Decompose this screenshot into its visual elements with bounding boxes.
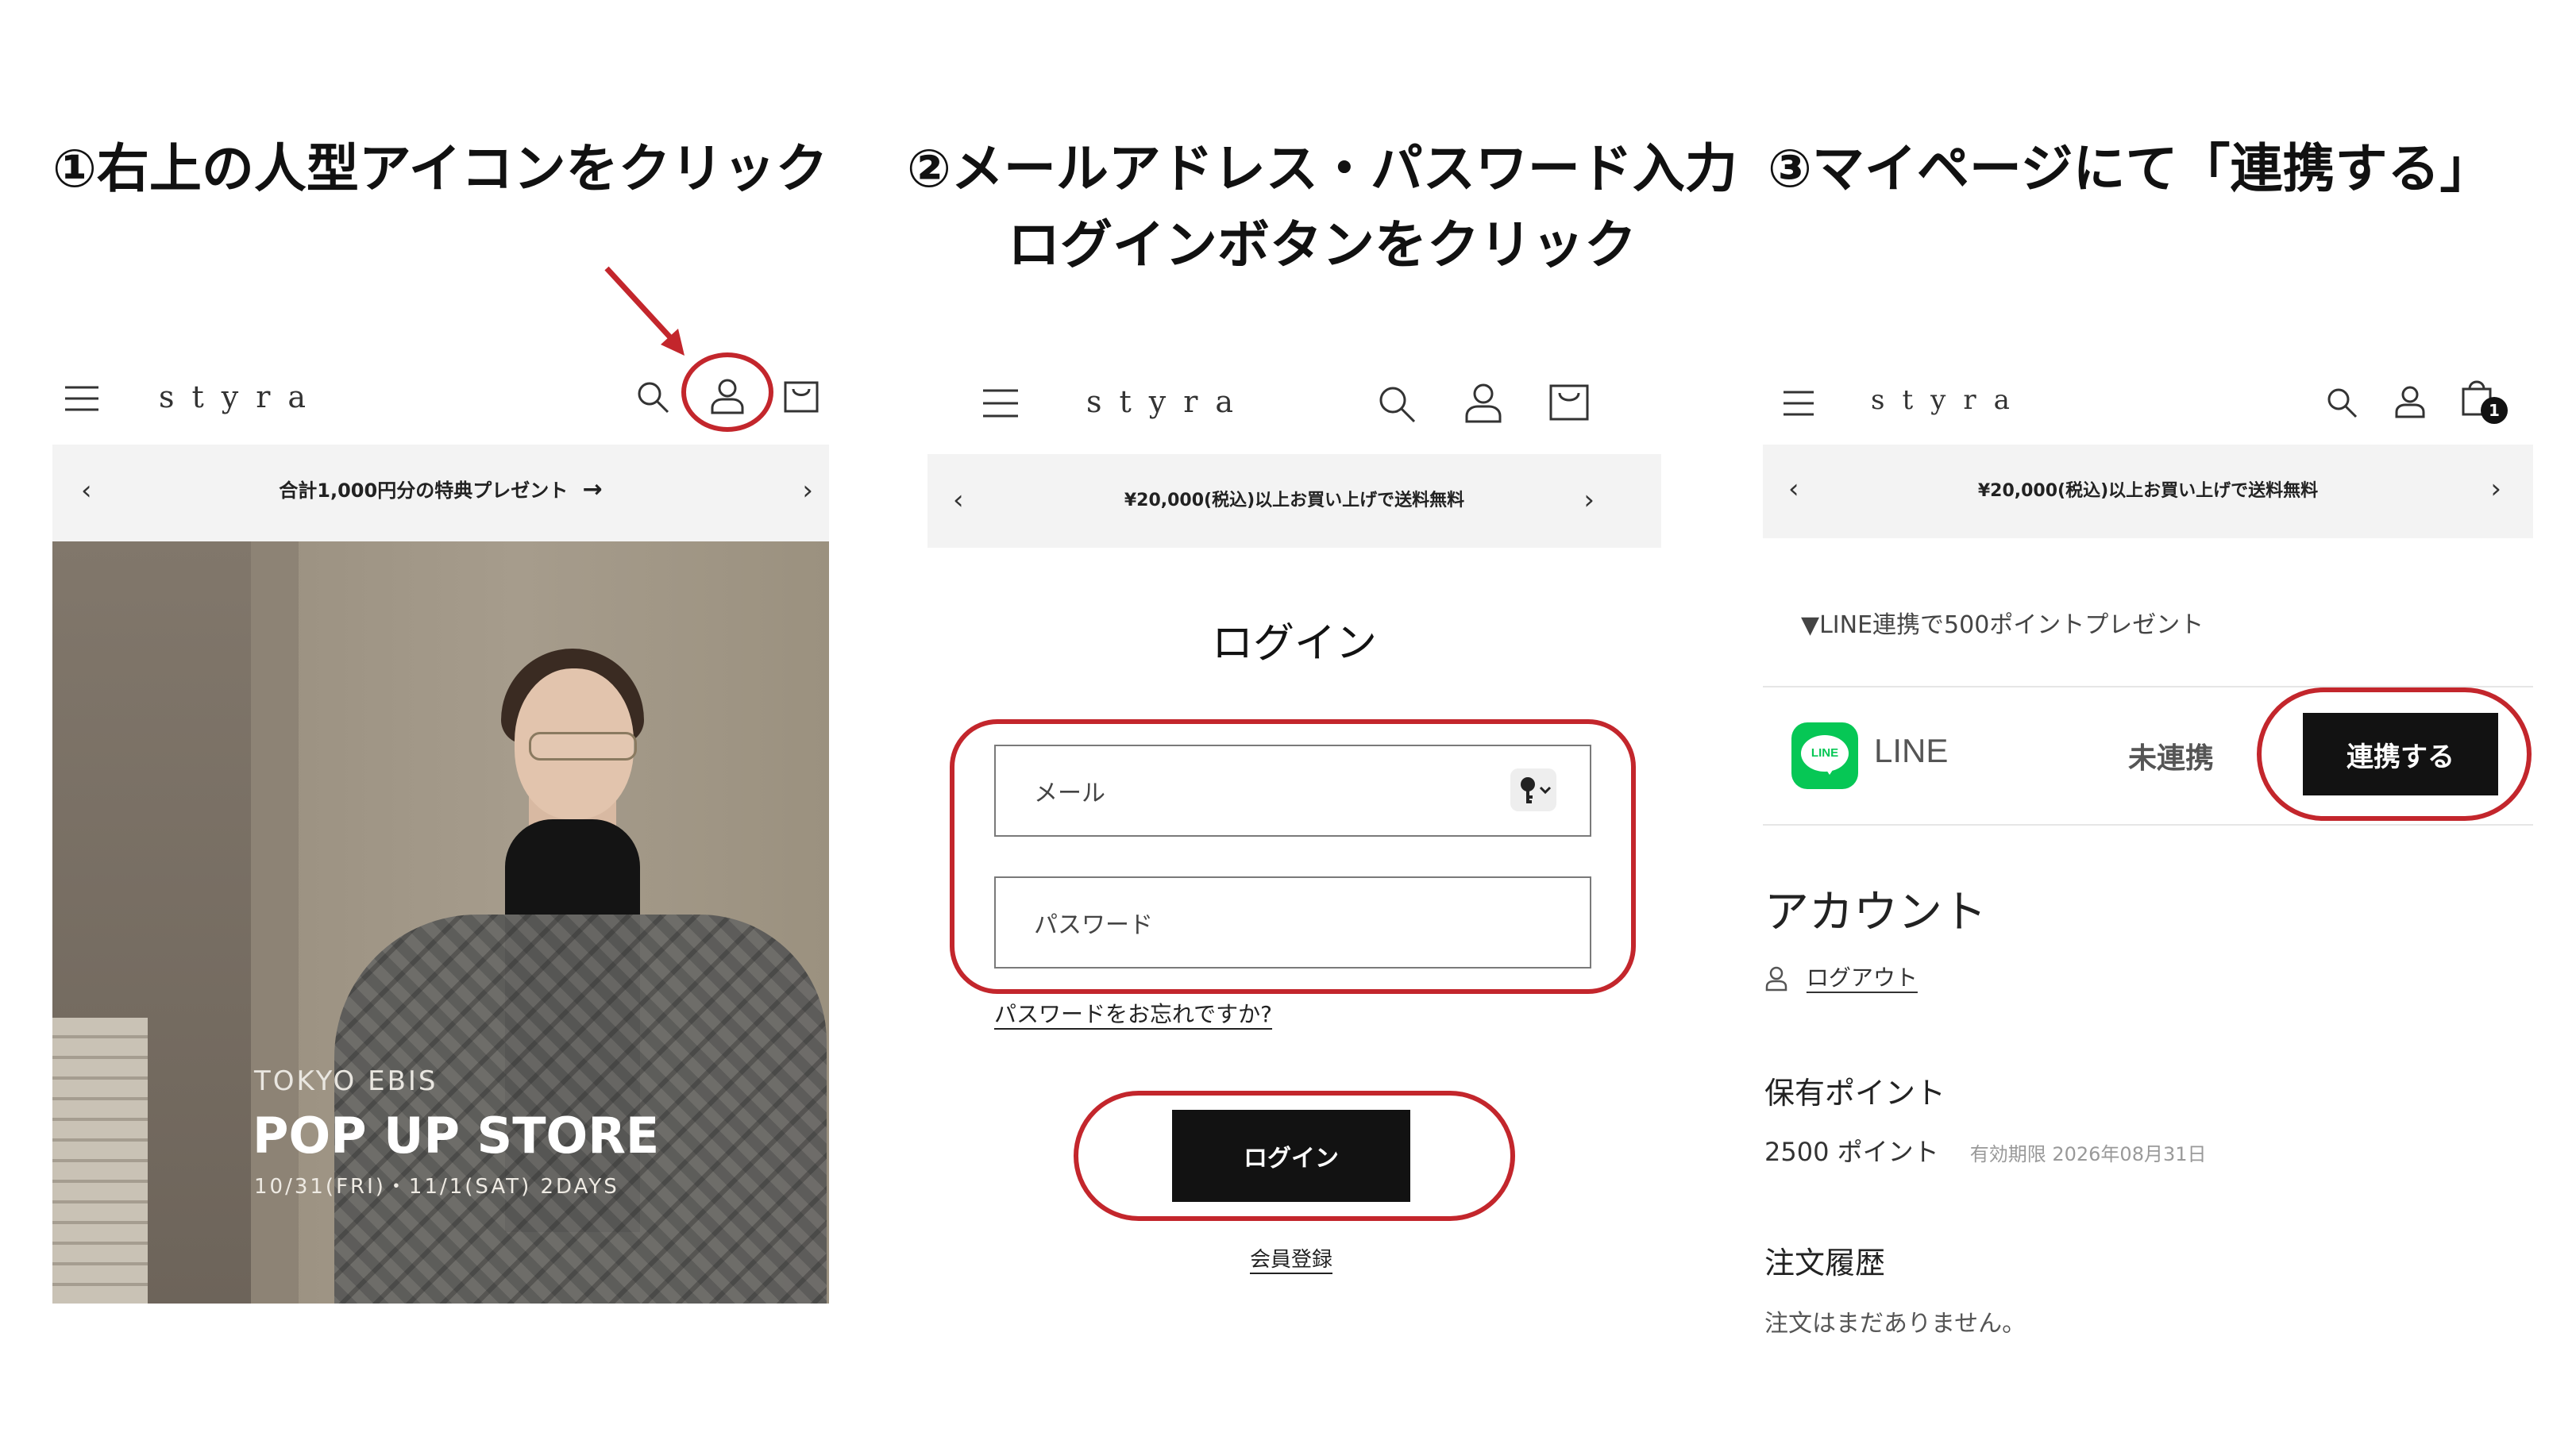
search-icon[interactable] (1377, 384, 1417, 424)
chevron-right-icon[interactable]: › (2490, 473, 2501, 505)
announcement-text[interactable]: ¥20,000(税込)以上お買い上げで送料無料 (1763, 476, 2533, 502)
pointer-arrow (604, 266, 684, 356)
account-icon[interactable] (2393, 384, 2427, 419)
highlight-form-ring (950, 719, 1636, 994)
line-logo-text: LINE (1811, 746, 1839, 760)
logout-link[interactable]: ログアウト (1807, 965, 1918, 991)
announcement-text[interactable]: ¥20,000(税込)以上お買い上げで送料無料 (927, 486, 1661, 511)
menu-icon[interactable] (1782, 389, 1815, 418)
highlight-login-ring (1074, 1091, 1515, 1221)
line-promo-text: ▼LINE連携で500ポイントプレゼント (1801, 611, 2204, 639)
announcement-bar: ‹ ¥20,000(税込)以上お買い上げで送料無料 › (1763, 445, 2533, 538)
menu-icon[interactable] (981, 387, 1020, 419)
step3-title: ③マイページにて「連携する」 (1768, 138, 2493, 199)
search-icon[interactable] (635, 379, 670, 414)
logout-row: ログアウト (1764, 961, 1918, 992)
site-logo[interactable]: styra (1086, 384, 1251, 419)
menu-icon[interactable] (64, 384, 100, 413)
orders-title: 注文履歴 (1764, 1246, 1886, 1280)
step2-title-line2: ログインボタンをクリック (1008, 214, 1637, 275)
highlight-account-ring (681, 352, 773, 432)
account-icon[interactable] (1463, 381, 1504, 424)
announcement-bar: ‹ 合計1,000円分の特典プレゼント → › (52, 445, 829, 541)
points-row: 2500 ポイント 有効期限 2026年08月31日 (1764, 1132, 2207, 1169)
chevron-right-icon[interactable]: › (802, 475, 813, 506)
site-logo[interactable]: styra (159, 379, 323, 414)
line-logo-icon: LINE (1791, 722, 1858, 789)
announcement-text[interactable]: 合計1,000円分の特典プレゼント (279, 479, 568, 502)
user-icon (1765, 966, 1787, 992)
line-label: LINE (1874, 732, 1949, 769)
cart-icon[interactable] (1548, 383, 1590, 422)
points-value: 2500 ポイント (1764, 1137, 1939, 1167)
points-expiry: 有効期限 2026年08月31日 (1969, 1143, 2207, 1165)
forgot-password-link[interactable]: パスワードをお忘れですか? (994, 997, 1272, 1029)
announcement-bar: ‹ ¥20,000(税込)以上お買い上げで送料無料 › (927, 454, 1661, 548)
points-title: 保有ポイント (1764, 1076, 1946, 1111)
hero-headline: POP UP STORE (253, 1107, 660, 1165)
login-title: ログイン (1211, 620, 1377, 668)
arrow-right-icon: → (582, 476, 603, 503)
register-link[interactable]: 会員登録 (1172, 1243, 1410, 1273)
site-logo[interactable]: styra (1871, 384, 2027, 416)
search-icon[interactable] (2325, 386, 2358, 419)
cart-count-badge: 1 (2481, 397, 2508, 424)
step2-title-line1: ②メールアドレス・パスワード入力 (907, 138, 1737, 199)
line-status: 未連携 (2128, 742, 2215, 775)
account-title: アカウント (1764, 887, 1987, 938)
highlight-connect-ring (2257, 687, 2532, 821)
hero-banner[interactable]: TOKYO EBIS POP UP STORE 10/31(FRI)・11/1(… (52, 541, 829, 1304)
hero-dates: 10/31(FRI)・11/1(SAT) 2DAYS (254, 1175, 619, 1199)
chevron-right-icon[interactable]: › (1583, 484, 1595, 516)
step1-title: ①右上の人型アイコンをクリック (52, 138, 828, 199)
cart-icon[interactable] (783, 379, 819, 414)
hero-location: TOKYO EBIS (254, 1065, 438, 1097)
orders-empty-text: 注文はまだありません。 (1764, 1310, 2026, 1338)
